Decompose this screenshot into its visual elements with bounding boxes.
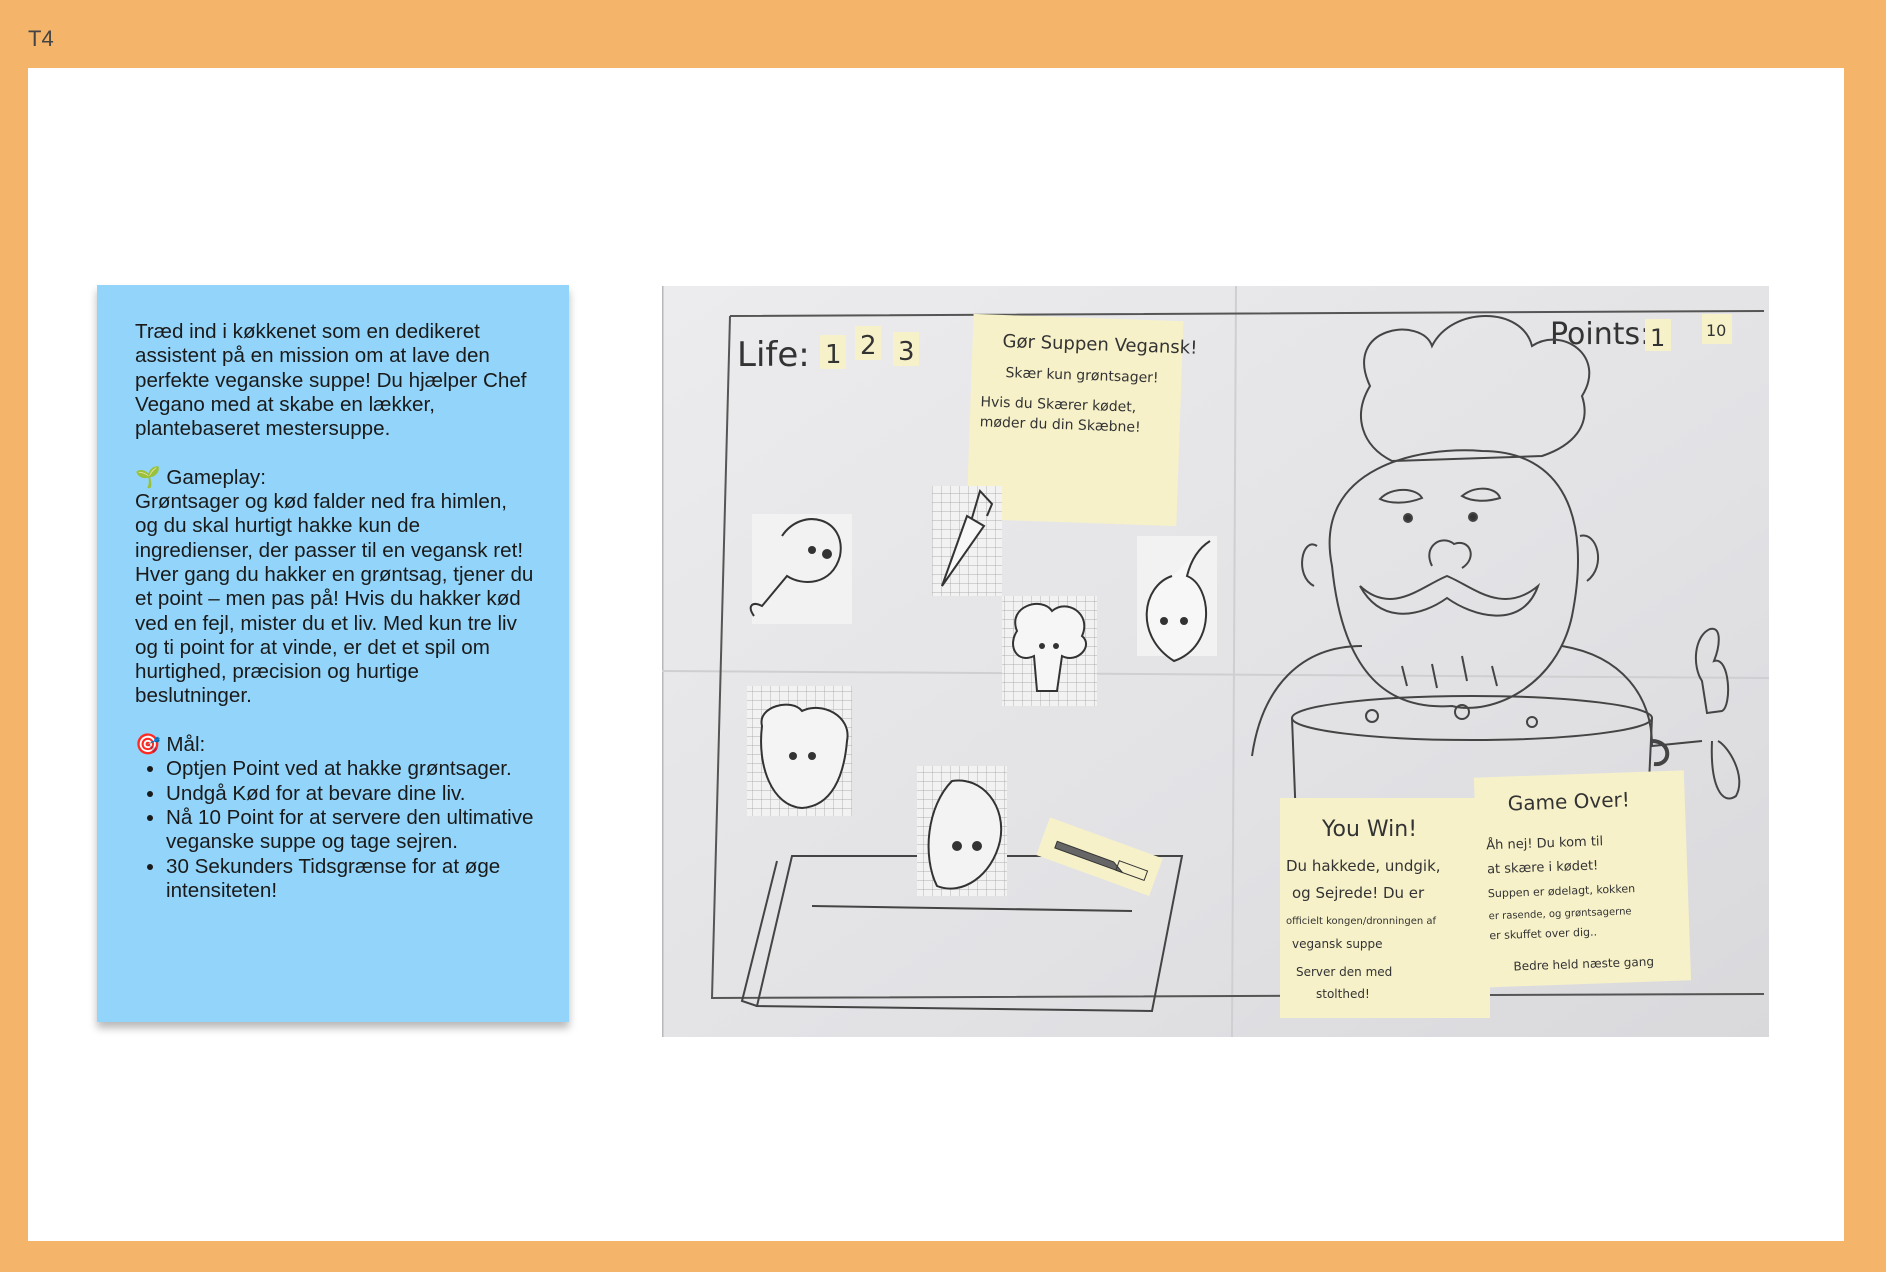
bell-pepper-cutout [747, 686, 852, 816]
life-value: 3 [898, 337, 915, 367]
life-value: 2 [860, 331, 877, 361]
board-canvas: Træd ind i køkkenet som en dedikeret ass… [28, 68, 1844, 1241]
svg-text:stolthed!: stolthed! [1316, 987, 1370, 1001]
goal-item: 30 Sekunders Tidsgrænse for at øge inten… [166, 855, 535, 904]
sketch-drawing: Life: 1 2 3 Points: 1 10 Gør Suppen Vega… [662, 286, 1769, 1037]
svg-text:Server den med: Server den med [1296, 965, 1392, 979]
goal-item: Optjen Point ved at hakke grøntsager. [166, 757, 535, 781]
meat-cutout [917, 766, 1007, 896]
svg-text:Game Over!: Game Over! [1507, 787, 1630, 815]
svg-text:officielt kongen/dronningen af: officielt kongen/dronningen af [1286, 916, 1436, 927]
life-value: 1 [825, 340, 842, 370]
paper-prototype-photo[interactable]: Life: 1 2 3 Points: 1 10 Gør Suppen Vega… [662, 286, 1769, 1037]
goal-item: Undgå Kød for at bevare dine liv. [166, 782, 535, 806]
broccoli-cutout [1002, 596, 1097, 706]
svg-text:og Sejrede! Du er: og Sejrede! Du er [1292, 884, 1425, 902]
svg-text:Du hakkede, undgik,: Du hakkede, undgik, [1286, 857, 1441, 875]
carrot-cutout [932, 486, 1002, 596]
gameplay-text: Grøntsager og kød falder ned fra himlen,… [135, 490, 534, 708]
frame-label: T4 [28, 26, 54, 51]
win-sticky-note: You Win! Du hakkede, undgik, og Sejrede!… [1280, 798, 1490, 1018]
points-value: 1 [1650, 324, 1665, 352]
onion-cutout [1137, 536, 1217, 663]
goal-item: Nå 10 Point for at servere den ultimativ… [166, 806, 535, 855]
points-value: 10 [1706, 321, 1726, 340]
goals-heading: 🎯 Mål: [135, 733, 206, 757]
intro-text: Træd ind i køkkenet som en dedikeret ass… [135, 320, 527, 441]
game-over-sticky-note: Game Over! Åh nej! Du kom til at skære i… [1473, 770, 1692, 988]
points-label: Points: [1550, 317, 1650, 352]
description-sticky-note[interactable]: Træd ind i køkkenet som en dedikeret ass… [97, 285, 569, 1022]
goals-list: Optjen Point ved at hakke grøntsager. Un… [135, 757, 535, 903]
gameplay-heading: 🌱 Gameplay: [135, 465, 266, 489]
svg-text:You Win!: You Win! [1321, 817, 1417, 842]
life-label: Life: [737, 335, 810, 375]
svg-text:vegansk suppe: vegansk suppe [1292, 937, 1383, 951]
drumstick-cutout [749, 514, 852, 624]
